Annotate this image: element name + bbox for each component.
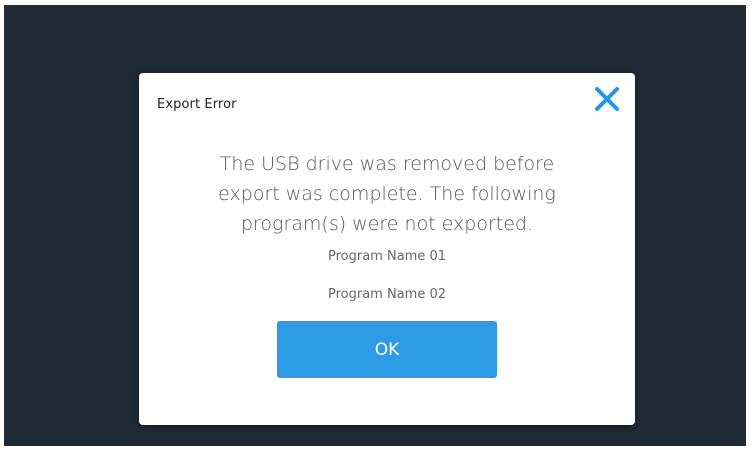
error-message: The USB drive was removed before export …: [169, 149, 605, 239]
ok-button[interactable]: OK: [277, 321, 497, 378]
error-message-line: export was complete. The following: [218, 183, 556, 205]
export-error-dialog: Export Error The USB drive was removed b…: [139, 73, 635, 425]
error-message-line: The USB drive was removed before: [219, 153, 555, 175]
dialog-title: Export Error: [157, 97, 237, 112]
program-name-item: Program Name 02: [327, 287, 446, 302]
screen-background: Export Error The USB drive was removed b…: [4, 5, 746, 446]
program-name-item: Program Name 01: [327, 249, 446, 264]
close-button[interactable]: [589, 81, 625, 117]
close-icon: [595, 87, 619, 111]
error-message-line: program(s) were not exported.: [240, 213, 534, 235]
